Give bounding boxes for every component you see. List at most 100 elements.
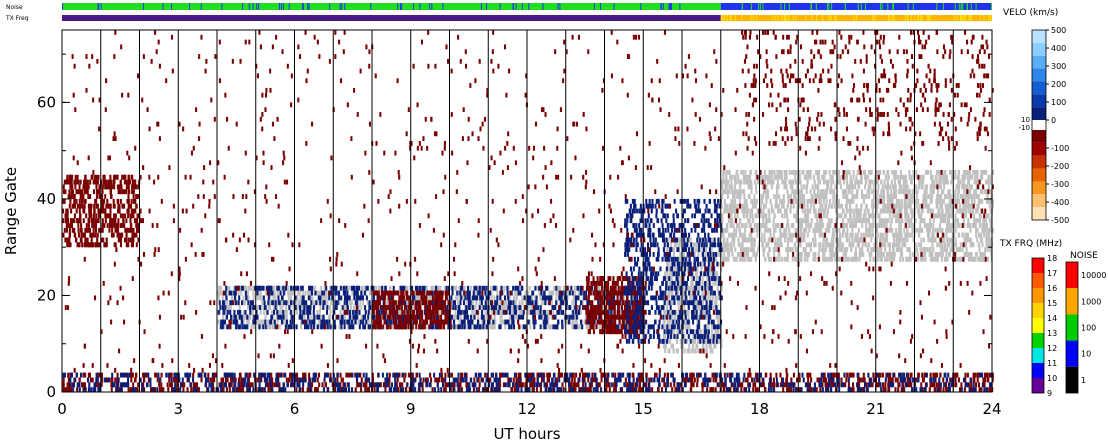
noise-strip-tick xyxy=(887,3,889,10)
data-cell xyxy=(895,237,898,243)
data-cell xyxy=(805,223,808,228)
data-cell xyxy=(812,256,815,262)
data-cell xyxy=(250,324,253,330)
data-cell xyxy=(773,252,776,257)
data-cell xyxy=(802,198,805,204)
data-cell xyxy=(454,285,457,291)
data-cell xyxy=(750,189,753,195)
data-cell xyxy=(246,324,249,330)
data-cell xyxy=(939,227,942,233)
data-cell xyxy=(882,169,885,175)
txfreq-strip-tick xyxy=(750,15,752,21)
data-cell xyxy=(962,184,965,190)
data-cell xyxy=(805,189,808,195)
data-cell xyxy=(753,194,756,199)
data-cell xyxy=(916,189,919,195)
data-cell xyxy=(895,198,898,204)
data-cell xyxy=(884,256,887,262)
data-cell xyxy=(318,309,321,315)
noise-strip-tick xyxy=(399,3,401,10)
data-cell xyxy=(893,203,896,209)
noise-strip-tick xyxy=(252,3,254,10)
data-cell xyxy=(333,295,336,301)
data-cell xyxy=(710,237,713,243)
data-cell xyxy=(845,223,848,228)
data-cell xyxy=(864,232,867,238)
noise-strip-tick xyxy=(62,3,64,10)
data-cell xyxy=(786,218,789,224)
data-cell xyxy=(886,237,889,243)
data-cell xyxy=(832,227,835,233)
data-cell xyxy=(749,256,753,262)
data-cell xyxy=(851,232,854,238)
data-cell xyxy=(816,218,819,224)
data-cell xyxy=(799,252,802,257)
data-cell xyxy=(932,189,935,195)
data-cell xyxy=(283,319,286,325)
noise-strip-low xyxy=(62,3,721,10)
data-cell xyxy=(830,189,833,195)
data-cell xyxy=(967,218,970,224)
data-cell xyxy=(930,198,933,204)
data-cell xyxy=(867,208,870,214)
data-cell xyxy=(833,189,836,195)
data-cell xyxy=(521,314,525,320)
data-cell xyxy=(887,218,890,224)
data-cell xyxy=(910,213,914,219)
data-cell xyxy=(769,256,772,262)
data-cell xyxy=(767,252,770,257)
data-cell xyxy=(766,194,769,199)
data-cell xyxy=(899,232,902,238)
data-cell xyxy=(762,208,765,214)
data-cell xyxy=(928,247,932,253)
data-cell xyxy=(518,309,521,315)
data-cell xyxy=(946,218,949,224)
data-cell xyxy=(749,169,752,175)
data-cell xyxy=(962,169,966,175)
data-cell xyxy=(886,169,889,175)
data-cell xyxy=(509,305,512,310)
data-cell xyxy=(839,232,842,238)
data-cell xyxy=(864,174,867,180)
data-cell xyxy=(833,169,836,175)
data-cell xyxy=(257,319,260,325)
data-cell xyxy=(705,343,708,349)
data-cell xyxy=(848,242,851,248)
data-cell xyxy=(985,198,988,204)
data-cell xyxy=(901,174,904,180)
noise-strip-tick xyxy=(864,3,866,10)
data-cell xyxy=(812,174,815,180)
data-cell xyxy=(923,189,926,195)
data-cell xyxy=(432,285,435,291)
data-cell xyxy=(230,295,233,301)
data-cell xyxy=(957,184,960,190)
data-cell xyxy=(816,174,819,180)
data-cell xyxy=(754,169,757,175)
data-cell xyxy=(970,252,973,257)
data-cell xyxy=(768,179,771,185)
data-cell xyxy=(935,179,938,185)
data-cell xyxy=(969,237,973,243)
data-cell xyxy=(934,174,937,180)
data-cell xyxy=(339,309,342,315)
data-cell xyxy=(809,242,813,248)
data-cell xyxy=(841,218,844,224)
noise-strip-tick xyxy=(557,3,559,10)
data-cell xyxy=(753,203,757,209)
data-cell xyxy=(920,184,923,190)
data-cell xyxy=(969,194,972,199)
data-cell xyxy=(694,247,697,253)
data-cell xyxy=(765,189,768,195)
data-cell xyxy=(940,184,943,190)
data-cell xyxy=(851,189,854,195)
data-cell xyxy=(330,300,333,306)
data-cell xyxy=(832,194,835,199)
data-cell xyxy=(805,184,808,190)
data-cell xyxy=(852,198,855,204)
txfreq-strip-tick xyxy=(929,15,931,21)
data-cell xyxy=(833,232,836,238)
data-cell xyxy=(762,218,765,224)
data-cell xyxy=(964,194,967,199)
data-cell xyxy=(864,179,867,185)
data-cell xyxy=(931,179,934,185)
